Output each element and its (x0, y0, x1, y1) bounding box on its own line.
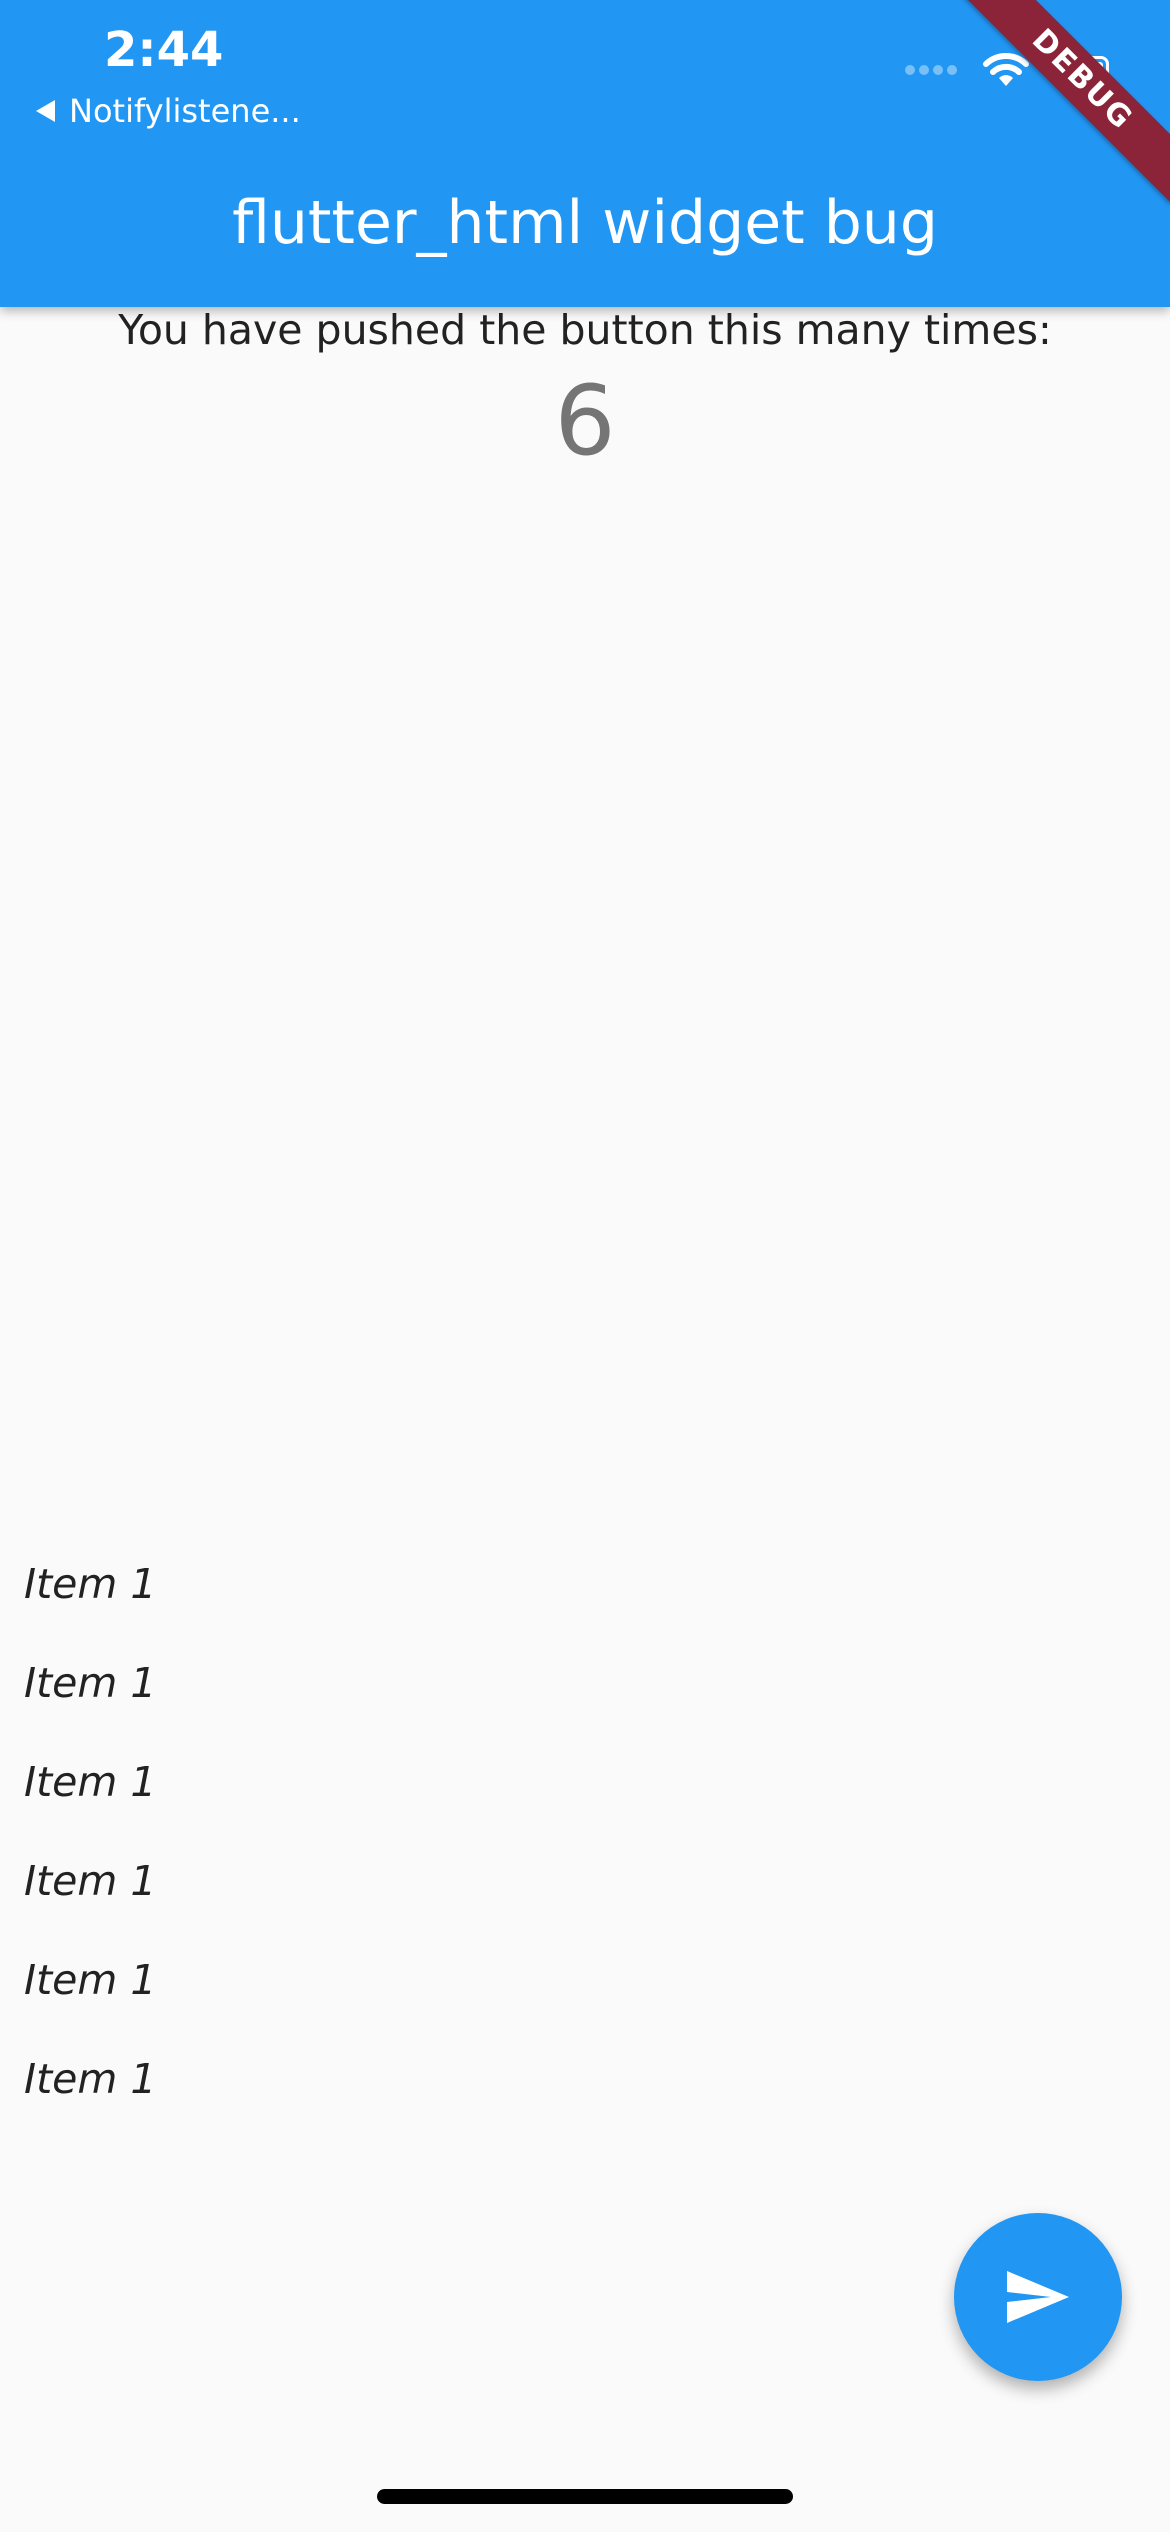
wifi-icon (983, 53, 1029, 86)
list-item: Item 1 (24, 1659, 157, 1707)
send-icon (1007, 2271, 1069, 2323)
counter-label: You have pushed the button this many tim… (118, 306, 1052, 354)
app-bar: 2:44 Notifylistene... flutter_html widge… (0, 0, 1170, 307)
app-bar-title: flutter_html widget bug (232, 188, 938, 258)
signal-icon (905, 65, 957, 75)
counter-value: 6 (554, 365, 616, 477)
list-item: Item 1 (24, 2055, 157, 2103)
back-arrow-icon (36, 100, 55, 122)
list-item: Item 1 (24, 1857, 157, 1905)
item-list: Item 1 Item 1 Item 1 Item 1 Item 1 Item … (24, 1556, 156, 2150)
home-indicator[interactable] (377, 2489, 793, 2504)
status-time: 2:44 (104, 22, 224, 78)
list-item: Item 1 (24, 1758, 157, 1806)
list-item: Item 1 (24, 1956, 157, 2004)
back-to-app-link[interactable]: Notifylistene... (36, 92, 301, 130)
back-app-label: Notifylistene... (69, 92, 301, 130)
send-fab-button[interactable] (954, 2213, 1122, 2381)
list-item: Item 1 (24, 1560, 157, 1608)
